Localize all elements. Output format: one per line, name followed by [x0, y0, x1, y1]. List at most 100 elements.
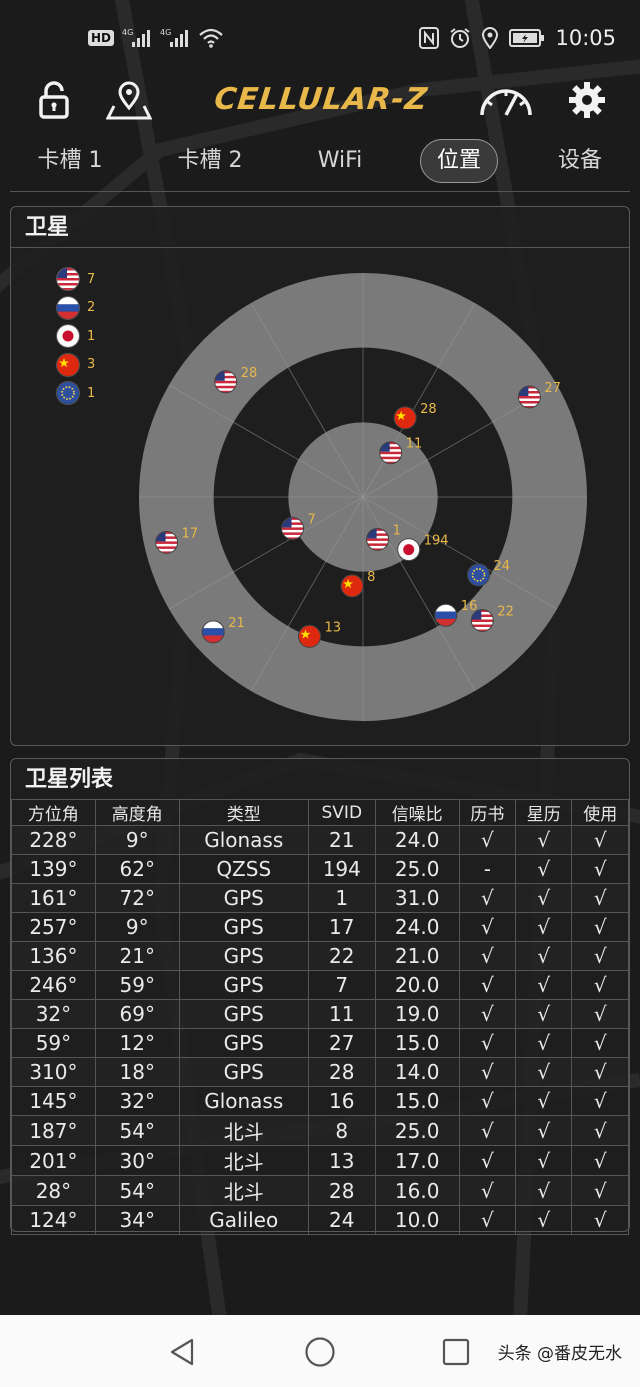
- home-icon[interactable]: [304, 1336, 336, 1368]
- tab-device[interactable]: 设备: [540, 138, 620, 184]
- cell-type: GPS: [178, 999, 309, 1029]
- cell-azimuth: 228°: [11, 825, 96, 855]
- cell-type: GPS: [178, 1057, 309, 1087]
- cell-almanac: √: [458, 825, 517, 855]
- legend-item-jp: 1: [57, 322, 95, 351]
- table-row: 145° 32° Glonass 16 15.0 √ √ √: [11, 1086, 629, 1116]
- speedometer-icon[interactable]: [476, 78, 536, 122]
- tab-location[interactable]: 位置: [420, 139, 498, 183]
- cell-azimuth: 145°: [11, 1086, 96, 1116]
- cell-ephemeris: √: [515, 999, 573, 1029]
- lock-icon[interactable]: [34, 78, 74, 122]
- cell-azimuth: 201°: [11, 1145, 96, 1176]
- cell-ephemeris: √: [515, 825, 573, 855]
- cell-type: GPS: [178, 970, 309, 1000]
- cell-azimuth: 28°: [11, 1175, 96, 1206]
- col-snr: 信噪比: [374, 799, 460, 826]
- cell-svid: 11: [307, 999, 376, 1029]
- recents-icon[interactable]: [442, 1338, 470, 1366]
- back-icon[interactable]: [168, 1337, 196, 1367]
- cell-used: √: [571, 999, 629, 1029]
- cell-almanac: √: [458, 1175, 517, 1206]
- cell-elevation: 34°: [94, 1205, 180, 1235]
- cell-ephemeris: √: [515, 1145, 573, 1176]
- cell-elevation: 12°: [94, 1028, 180, 1058]
- col-azimuth: 方位角: [11, 799, 96, 826]
- app-logo: CELLULAR-Z: [212, 82, 430, 117]
- satellite-svid-label: 8: [367, 570, 375, 585]
- cell-svid: 27: [307, 1028, 376, 1058]
- table-row: 257° 9° GPS 17 24.0 √ √ √: [11, 912, 629, 942]
- wifi-icon: [199, 28, 223, 48]
- cell-azimuth: 124°: [11, 1205, 96, 1235]
- legend-count-ru: 2: [87, 300, 96, 316]
- cell-azimuth: 139°: [11, 854, 96, 884]
- cell-used: √: [571, 1057, 629, 1087]
- legend-item-cn: 3: [57, 351, 95, 380]
- col-elevation: 高度角: [94, 799, 180, 826]
- cell-svid: 13: [307, 1145, 376, 1176]
- cell-svid: 22: [307, 941, 376, 971]
- cell-almanac: √: [458, 999, 517, 1029]
- legend-count-jp: 1: [87, 328, 96, 344]
- cell-snr: 21.0: [374, 941, 460, 971]
- cell-elevation: 9°: [94, 825, 180, 855]
- cell-svid: 1: [307, 883, 376, 913]
- table-row: 310° 18° GPS 28 14.0 √ √ √: [11, 1057, 629, 1087]
- table-row: 136° 21° GPS 22 21.0 √ √ √: [11, 941, 629, 971]
- hd-badge: HD: [88, 30, 115, 46]
- map-pin-icon[interactable]: [104, 78, 154, 122]
- tab-wifi[interactable]: WiFi: [300, 138, 380, 184]
- satellite-svid-label: 194: [424, 534, 449, 549]
- signal-4g-icon: 4G: [160, 28, 189, 47]
- tab-sim2[interactable]: 卡槽 2: [162, 138, 258, 184]
- cell-ephemeris: √: [515, 1086, 573, 1116]
- cell-almanac: √: [458, 1115, 517, 1146]
- cell-elevation: 69°: [94, 999, 180, 1029]
- table-row: 228° 9° Glonass 21 24.0 √ √ √: [11, 825, 629, 855]
- tab-bar: 卡槽 1 卡槽 2 WiFi 位置 设备: [0, 138, 640, 186]
- cell-svid: 21: [307, 825, 376, 855]
- cell-almanac: √: [458, 912, 517, 942]
- col-type: 类型: [178, 799, 309, 826]
- cell-elevation: 54°: [94, 1175, 180, 1206]
- cell-svid: 194: [307, 854, 376, 884]
- cell-used: √: [571, 1115, 629, 1146]
- table-row: 32° 69° GPS 11 19.0 √ √ √: [11, 999, 629, 1029]
- sky-area: 21 194 1 17 22 7 11 27 28 16 8 13 28 24 7 2 1 3 1: [11, 249, 629, 745]
- watermark: 头条 @番皮无水: [497, 1344, 622, 1364]
- cell-ephemeris: √: [515, 1115, 573, 1146]
- cell-elevation: 72°: [94, 883, 180, 913]
- satellites-panel: 卫星 21 194 1 17 22 7 11 27 28 16 8 13 28 24 7 2 1 3 1: [10, 206, 630, 746]
- jp-flag-icon: [57, 325, 79, 348]
- satellite-svid-label: 28: [241, 366, 258, 381]
- cell-used: √: [571, 1086, 629, 1116]
- cell-elevation: 9°: [94, 912, 180, 942]
- cn-flag-icon: [57, 353, 79, 376]
- cell-snr: 24.0: [374, 912, 460, 942]
- tab-divider: [10, 191, 630, 192]
- satellite-svid-label: 21: [228, 616, 245, 631]
- tab-sim1[interactable]: 卡槽 1: [22, 138, 118, 184]
- cell-azimuth: 310°: [11, 1057, 96, 1087]
- cell-svid: 24: [307, 1205, 376, 1235]
- gear-icon[interactable]: [566, 78, 608, 122]
- svg-text:4G: 4G: [160, 28, 171, 37]
- cell-type: Galileo: [178, 1205, 309, 1235]
- cell-ephemeris: √: [515, 1175, 573, 1206]
- sky-plot: 21 194 1 17 22 7 11 27 28 16 8 13 28 24: [139, 273, 587, 721]
- cell-type: 北斗: [178, 1145, 309, 1176]
- cell-snr: 24.0: [374, 825, 460, 855]
- cell-type: GPS: [178, 912, 309, 942]
- cell-used: √: [571, 883, 629, 913]
- cell-snr: 19.0: [374, 999, 460, 1029]
- cell-azimuth: 187°: [11, 1115, 96, 1146]
- cell-elevation: 59°: [94, 970, 180, 1000]
- cell-almanac: √: [458, 1057, 517, 1087]
- cell-svid: 7: [307, 970, 376, 1000]
- cell-almanac: √: [458, 1145, 517, 1176]
- col-almanac: 历书: [458, 799, 517, 826]
- signal-4g-icon: 4G: [122, 28, 151, 47]
- cell-snr: 31.0: [374, 883, 460, 913]
- cell-type: GPS: [178, 941, 309, 971]
